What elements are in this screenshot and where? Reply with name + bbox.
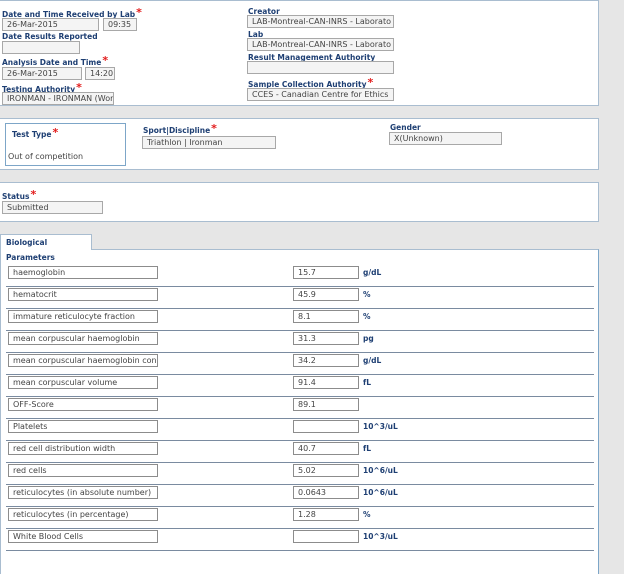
required-marker: * xyxy=(30,188,37,201)
parameter-row: mean corpuscular haemoglobin 31.3 pg xyxy=(6,330,594,353)
parameter-row: OFF-Score 89.1 xyxy=(6,396,594,419)
parameter-unit: % xyxy=(363,312,371,321)
parameter-name-field[interactable]: red cells xyxy=(8,464,158,477)
parameter-value-field[interactable]: 31.3 xyxy=(293,332,359,345)
parameter-row: reticulocytes (in percentage) 1.28% xyxy=(6,506,594,529)
parameter-value-field[interactable]: 15.7 xyxy=(293,266,359,279)
result-management-field[interactable] xyxy=(247,61,394,74)
parameter-name-field[interactable]: Platelets xyxy=(8,420,158,433)
test-type-box: Test Type* Out of competition xyxy=(5,123,126,166)
parameter-name-field[interactable]: OFF-Score xyxy=(8,398,158,411)
parameter-name-field[interactable]: immature reticulocyte fraction xyxy=(8,310,158,323)
parameter-value-field[interactable]: 45.9 xyxy=(293,288,359,301)
parameter-name-field[interactable]: hematocrit xyxy=(8,288,158,301)
sport-discipline-label: Sport|Discipline* xyxy=(143,122,217,135)
parameter-unit: 10^6/uL xyxy=(363,466,398,475)
biological-parameters-panel: haemoglobin 15.7 g/dL hematocrit 45.9% immatu… xyxy=(0,249,599,574)
parameter-row: hematocrit 45.9% xyxy=(6,286,594,309)
parameter-name-field[interactable]: reticulocytes (in percentage) xyxy=(8,508,158,521)
required-marker: * xyxy=(52,126,59,139)
analysis-date-field[interactable]: 26-Mar-2015 xyxy=(2,67,82,80)
gender-label: Gender xyxy=(390,123,421,132)
parameter-value-field[interactable]: 91.4 xyxy=(293,376,359,389)
parameter-unit: g/dL xyxy=(363,356,382,365)
date-received-time-field[interactable]: 09:35 xyxy=(103,18,137,31)
tab-biological-parameters[interactable]: Biological Parameters xyxy=(0,234,92,262)
sport-discipline-field[interactable]: Triathlon | Ironman xyxy=(142,136,276,149)
parameter-row: haemoglobin 15.7 g/dL xyxy=(6,264,594,287)
status-panel: Status* Submitted xyxy=(0,182,599,222)
date-reported-field[interactable] xyxy=(2,41,80,54)
sample-collection-field[interactable]: CCES - Canadian Centre for Ethics xyxy=(247,88,394,101)
parameter-value-field[interactable] xyxy=(293,530,359,543)
parameter-unit: fL xyxy=(363,444,372,453)
date-received-date-field[interactable]: 26-Mar-2015 xyxy=(2,18,99,31)
date-reported-label: Date Results Reported xyxy=(2,32,98,41)
parameter-name-field[interactable]: reticulocytes (in absolute number) xyxy=(8,486,158,499)
parameter-unit: 10^3/uL xyxy=(363,532,398,541)
parameter-name-field[interactable]: White Blood Cells xyxy=(8,530,158,543)
parameter-unit: fL xyxy=(363,378,372,387)
parameter-value-field[interactable]: 40.7 xyxy=(293,442,359,455)
status-field[interactable]: Submitted xyxy=(2,201,103,214)
required-marker: * xyxy=(102,54,109,67)
parameter-unit: 10^3/uL xyxy=(363,422,398,431)
parameter-row: red cells 5.02 10^6/uL xyxy=(6,462,594,485)
required-marker: * xyxy=(136,6,142,19)
parameter-unit: 10^6/uL xyxy=(363,488,398,497)
parameter-name-field[interactable]: mean corpuscular haemoglobin conc xyxy=(8,354,158,367)
parameter-value-field[interactable]: 34.2 xyxy=(293,354,359,367)
required-marker: * xyxy=(211,122,217,135)
parameter-row: mean corpuscular volume 91.4 fL xyxy=(6,374,594,397)
parameter-unit: % xyxy=(363,510,371,519)
parameter-name-field[interactable]: red cell distribution width xyxy=(8,442,158,455)
parameter-row: reticulocytes (in absolute number) 0.0643… xyxy=(6,484,594,507)
parameter-unit: pg xyxy=(363,334,374,343)
parameter-name-field[interactable]: mean corpuscular haemoglobin xyxy=(8,332,158,345)
test-type-value: Out of competition xyxy=(8,152,84,161)
general-info-panel: Date and Time Received by Lab* 26-Mar-20… xyxy=(0,0,599,106)
analysis-time-field[interactable]: 14:20 xyxy=(85,67,115,80)
parameter-row: red cell distribution width 40.7 fL xyxy=(6,440,594,463)
parameter-row: Platelets 10^3/uL xyxy=(6,418,594,441)
lab-field[interactable]: LAB-Montreal-CAN-INRS - Laborato xyxy=(247,38,394,51)
parameter-row: White Blood Cells 10^3/uL xyxy=(6,528,594,551)
gender-field[interactable]: X(Unknown) xyxy=(389,132,502,145)
test-info-panel: Test Type* Out of competition Sport|Disc… xyxy=(0,118,599,170)
parameter-row: mean corpuscular haemoglobin conc 34.2 g/d… xyxy=(6,352,594,375)
test-type-label: Test Type* xyxy=(12,126,59,139)
parameter-value-field[interactable]: 89.1 xyxy=(293,398,359,411)
parameter-value-field[interactable]: 8.1 xyxy=(293,310,359,323)
testing-authority-field[interactable]: IRONMAN - IRONMAN (Wor xyxy=(2,92,114,105)
parameter-name-field[interactable]: haemoglobin xyxy=(8,266,158,279)
parameter-unit: % xyxy=(363,290,371,299)
parameter-name-field[interactable]: mean corpuscular volume xyxy=(8,376,158,389)
creator-field[interactable]: LAB-Montreal-CAN-INRS - Laborato xyxy=(247,15,394,28)
parameter-row: immature reticulocyte fraction 8.1% xyxy=(6,308,594,331)
parameter-value-field[interactable]: 5.02 xyxy=(293,464,359,477)
parameter-value-field[interactable]: 0.0643 xyxy=(293,486,359,499)
parameter-unit: g/dL xyxy=(363,268,382,277)
parameter-value-field[interactable]: 1.28 xyxy=(293,508,359,521)
parameter-value-field[interactable] xyxy=(293,420,359,433)
